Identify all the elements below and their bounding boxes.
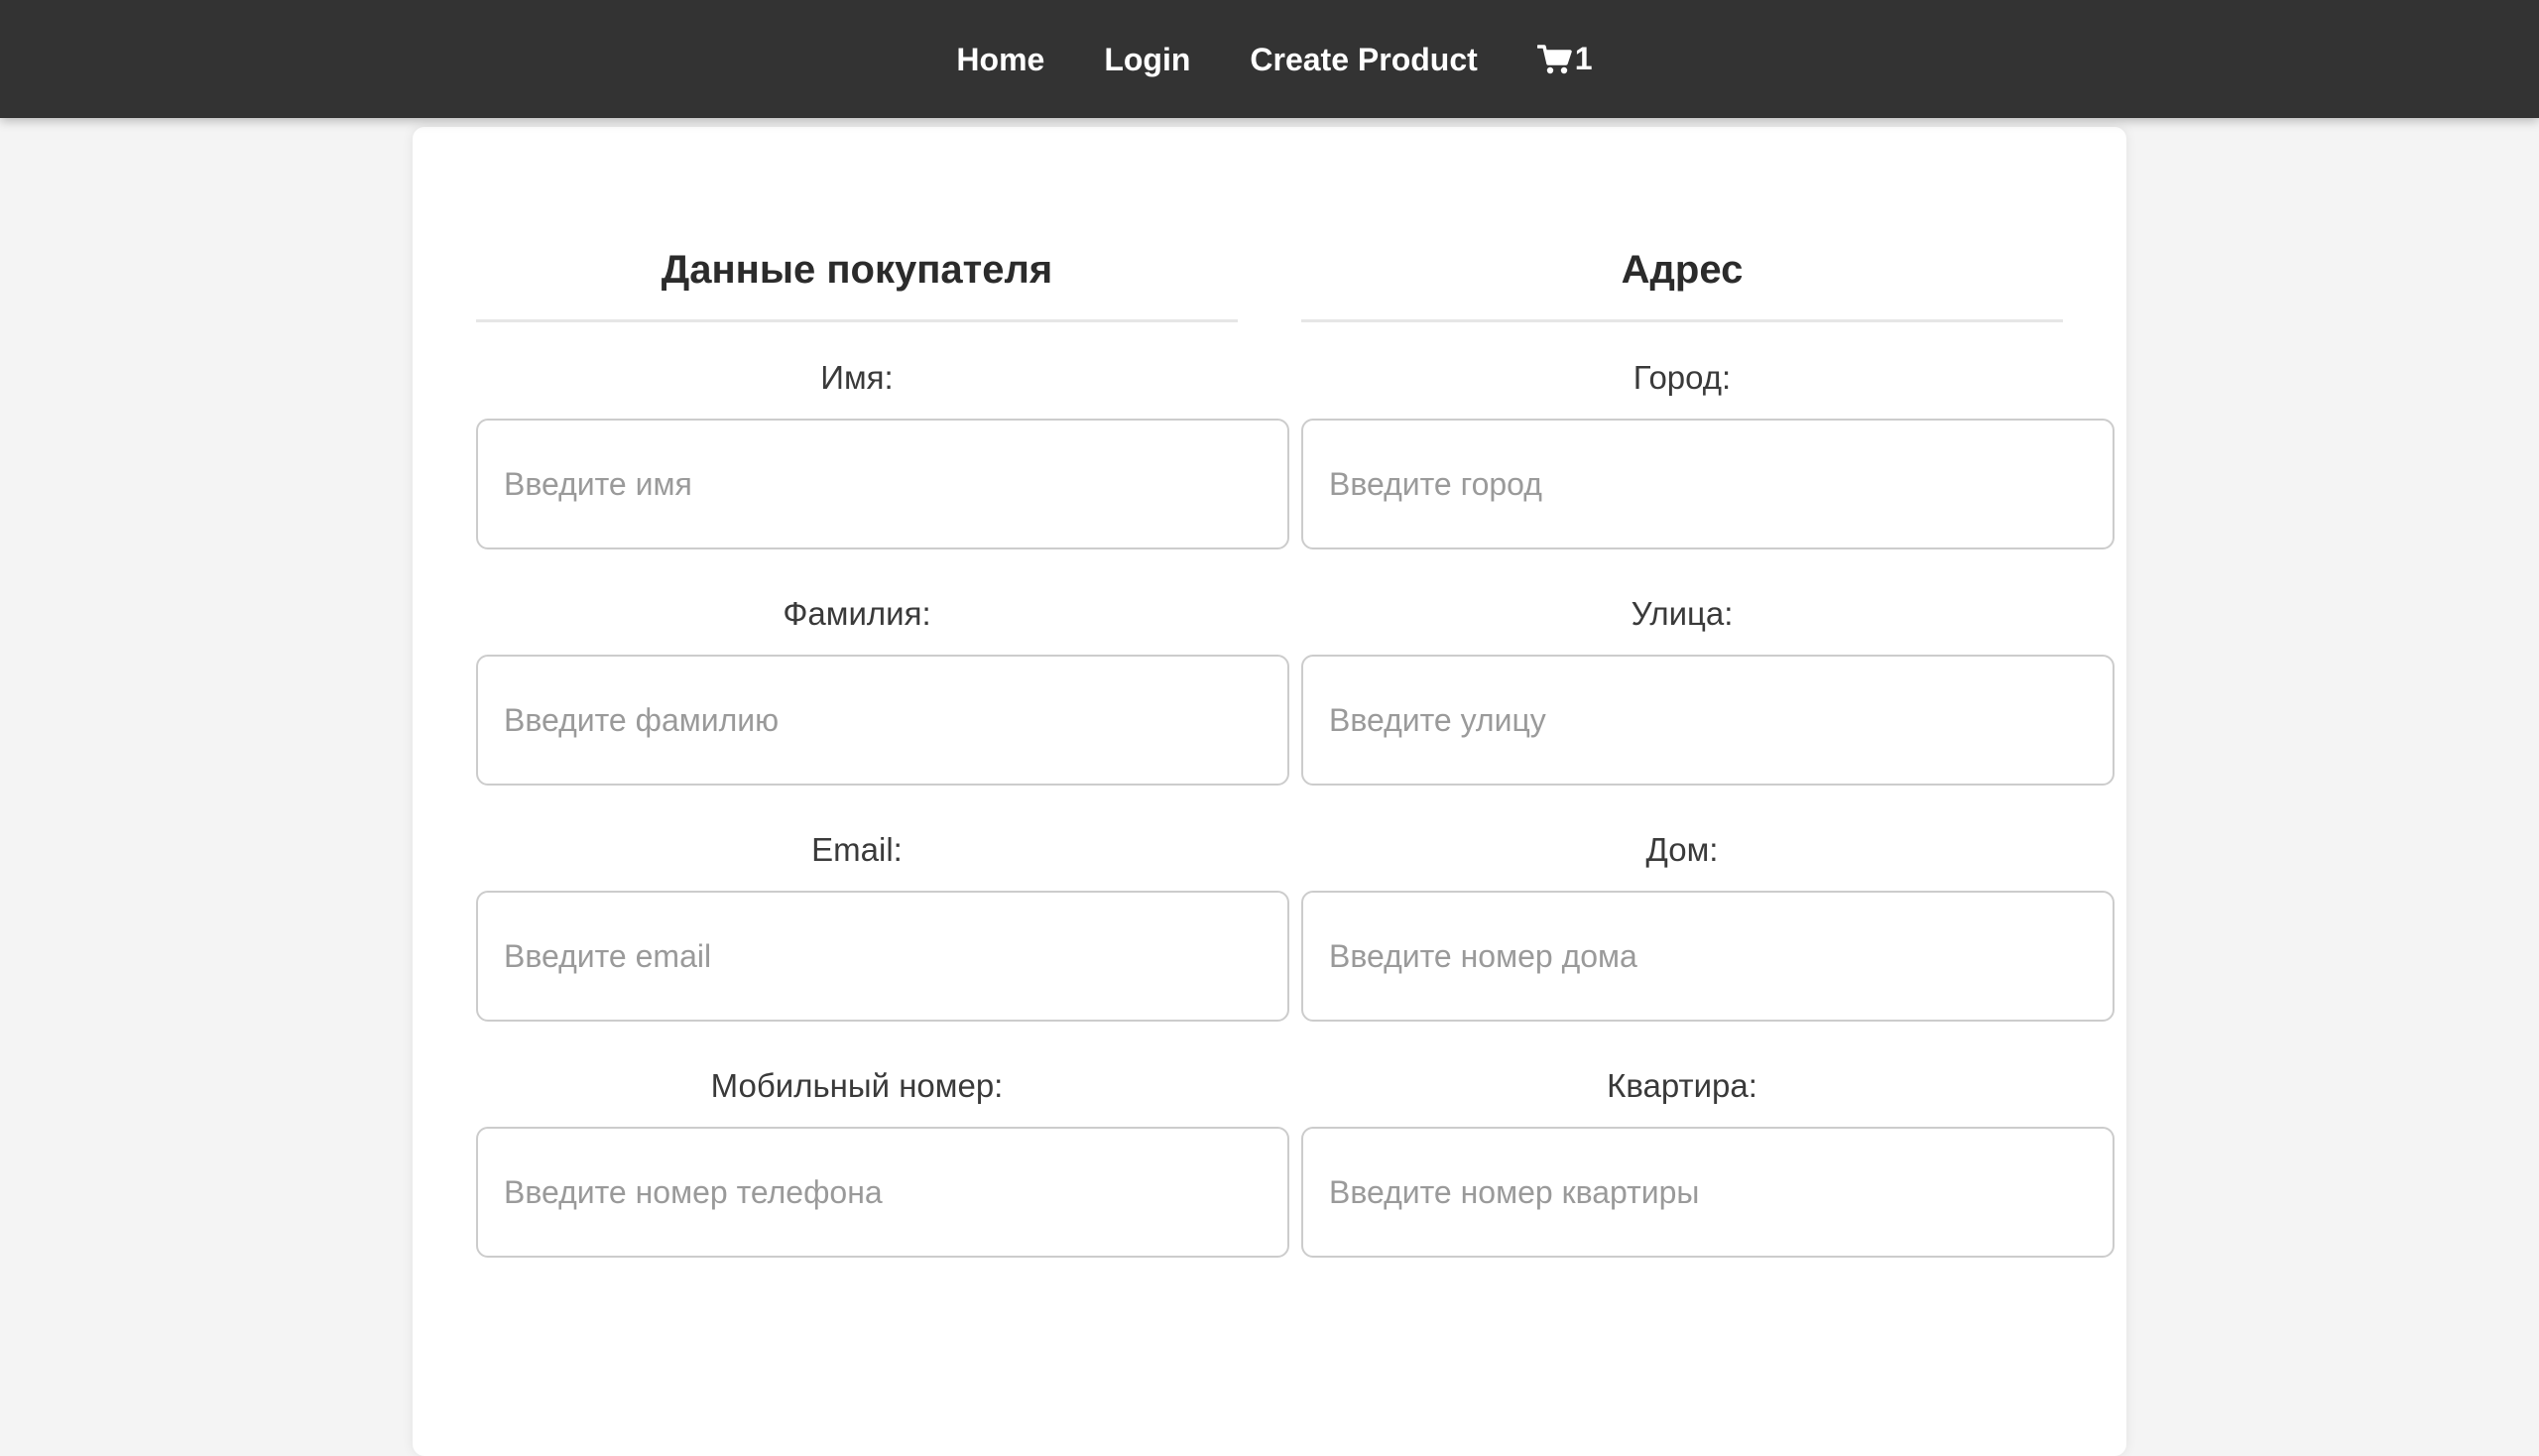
first-name-field: Имя: [476,359,1289,549]
top-navbar: Home Login Create Product 1 [0,0,2539,118]
last-name-field: Фамилия: [476,595,1289,786]
nav-links: Home Login Create Product 1 [956,41,1592,77]
phone-label: Мобильный номер: [710,1067,1004,1104]
house-label: Дом: [1645,831,1719,868]
phone-field: Мобильный номер: [476,1067,1289,1258]
street-input[interactable] [1301,655,2115,786]
phone-input[interactable] [476,1127,1289,1258]
first-name-input[interactable] [476,419,1289,549]
nav-login-link[interactable]: Login [1104,44,1190,75]
street-field: Улица: [1301,595,2115,786]
checkout-form-card: Данные покупателя Имя: Фамилия: Email: М… [413,127,2126,1456]
first-name-label: Имя: [820,359,894,396]
last-name-label: Фамилия: [783,595,931,632]
street-label: Улица: [1631,595,1734,632]
email-field: Email: [476,831,1289,1022]
city-input[interactable] [1301,419,2115,549]
email-input[interactable] [476,891,1289,1022]
last-name-input[interactable] [476,655,1289,786]
cart-button[interactable]: 1 [1536,41,1593,77]
city-label: Город: [1632,359,1732,396]
section-divider [1301,319,2063,322]
nav-create-product-link[interactable]: Create Product [1250,44,1477,75]
house-field: Дом: [1301,831,2115,1022]
city-field: Город: [1301,359,2115,549]
nav-home-link[interactable]: Home [956,44,1044,75]
address-section-title: Адрес [1621,248,1744,292]
cart-count: 1 [1574,41,1593,76]
apartment-input[interactable] [1301,1127,2115,1258]
section-divider [476,319,1238,322]
apartment-field: Квартира: [1301,1067,2115,1258]
shopping-cart-icon [1536,44,1573,75]
email-label: Email: [811,831,903,868]
apartment-label: Квартира: [1607,1067,1757,1104]
customer-section-title: Данные покупателя [661,248,1053,292]
house-input[interactable] [1301,891,2115,1022]
